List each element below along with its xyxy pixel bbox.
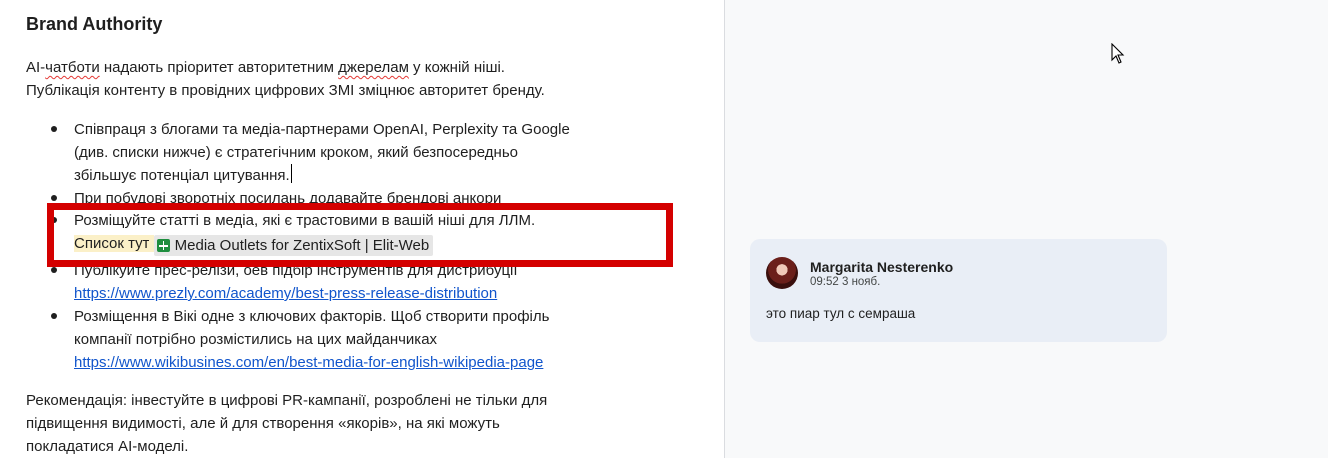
press-release-link[interactable]: https://www.prezly.com/academy/best-pres… — [74, 285, 497, 302]
list-item-link: https://www.prezly.com/academy/best-pres… — [74, 282, 644, 305]
document-page: Brand Authority AI-чатботи надають пріор… — [0, 0, 724, 458]
list-item: Розміщення в Вікі одне з ключових фактор… — [74, 308, 550, 371]
avatar[interactable] — [766, 257, 798, 289]
comment-author: Margarita Nesterenko — [810, 259, 954, 275]
comments-pane — [725, 0, 1328, 458]
bullet-icon — [50, 259, 60, 282]
bullet-icon — [50, 305, 60, 328]
wiki-link[interactable]: https://www.wikibusines.com/en/best-medi… — [74, 354, 543, 371]
section-heading: Brand Authority — [26, 14, 163, 34]
comment-card[interactable]: Margarita Nesterenko 09:52 3 нояб. это п… — [750, 239, 1167, 342]
comment-time: 09:52 3 нояб. — [810, 276, 881, 288]
misspelled-word[interactable]: джерелам — [338, 59, 409, 76]
misspelled-word[interactable]: чатботи — [45, 59, 100, 76]
list-item: Співпраця з блогами та медіа-партнерами … — [74, 121, 570, 184]
highlight-box — [47, 203, 673, 267]
mouse-pointer-icon — [1111, 43, 1125, 64]
recommendation-paragraph: Рекомендація: інвестуйте в цифрові PR-ка… — [26, 392, 548, 455]
bullet-icon — [50, 118, 60, 141]
text-cursor — [290, 164, 292, 183]
intro-paragraph: AI-чатботи надають пріоритет авторитетни… — [26, 59, 545, 99]
comment-text: это пиар тул с семраша — [766, 306, 916, 321]
